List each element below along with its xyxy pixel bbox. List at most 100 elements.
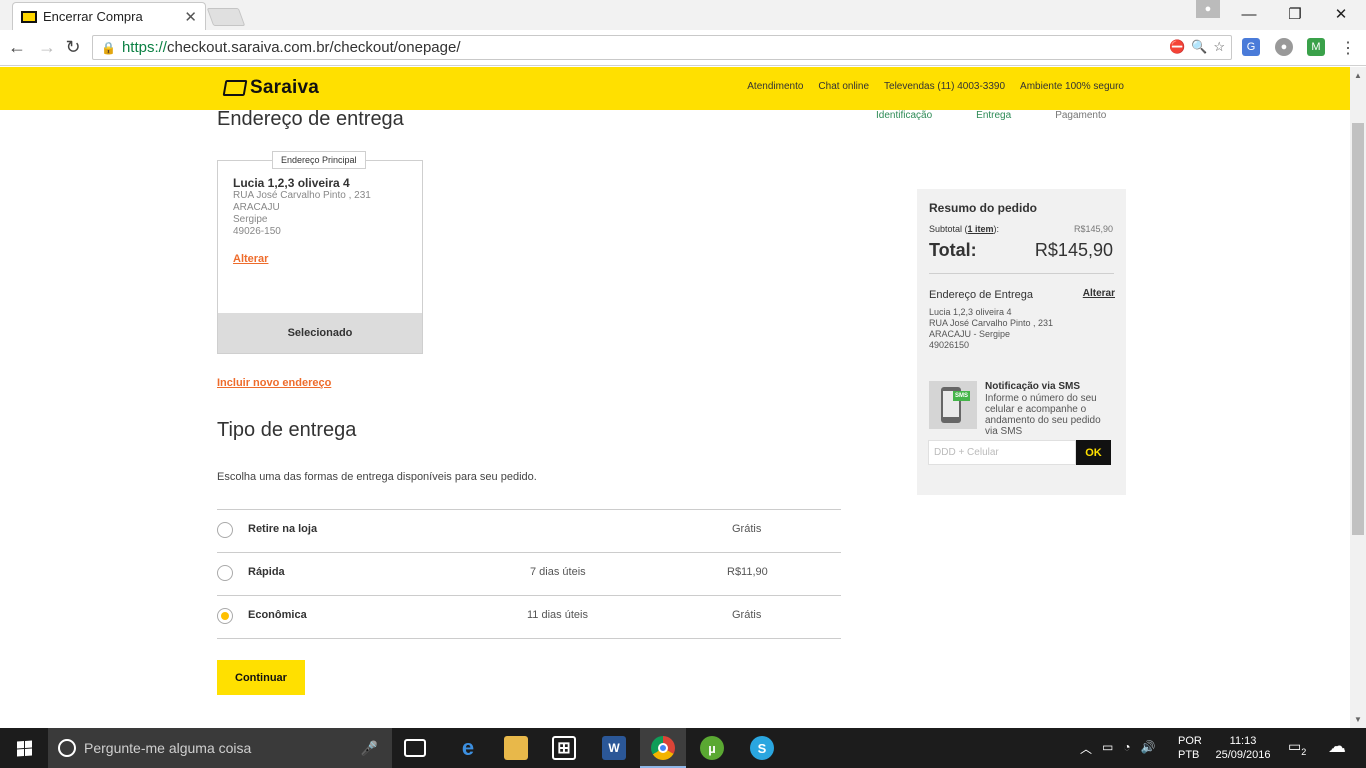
windows-logo-icon (16, 739, 32, 757)
header-link-seguro: Ambiente 100% seguro (1020, 81, 1124, 92)
start-button[interactable] (0, 728, 48, 768)
address-street: RUA José Carvalho Pinto , 231 (233, 190, 371, 201)
language-indicator[interactable]: POR PTB (1178, 734, 1202, 762)
option-days: 7 dias úteis (530, 566, 586, 578)
cortana-search[interactable]: Pergunte-me alguma coisa 🎤 (48, 728, 392, 768)
clock[interactable]: 11:13 25/09/2016 (1210, 734, 1276, 762)
word-icon[interactable]: W (602, 736, 626, 760)
zoom-icon[interactable]: 🔍 (1191, 39, 1207, 55)
tray-chevron-icon[interactable]: ︿ (1080, 740, 1092, 757)
header-link-atendimento[interactable]: Atendimento (747, 81, 803, 92)
tab-close-icon[interactable]: ✕ (184, 8, 197, 26)
option-days: 11 dias úteis (527, 609, 588, 621)
sms-title: Notificação via SMS (985, 381, 1081, 392)
browser-tab[interactable]: Encerrar Compra ✕ (12, 2, 206, 30)
minimize-button[interactable]: — (1226, 2, 1272, 26)
page-scrollbar[interactable]: ▲ ▼ (1350, 67, 1366, 728)
tab-strip: Encerrar Compra ✕ ● — ❐ ✕ (0, 0, 1366, 30)
close-window-button[interactable]: ✕ (1318, 2, 1364, 26)
url-path: checkout.saraiva.com.br/checkout/onepage… (166, 39, 461, 56)
saraiva-logo[interactable]: Saraiva (222, 77, 320, 99)
extension-circle-icon[interactable]: ● (1275, 38, 1293, 56)
subtotal-label: Subtotal (1 item): (929, 224, 999, 234)
wifi-icon[interactable]: ◔ (1123, 740, 1130, 757)
option-name: Retire na loja (248, 523, 318, 535)
forward-arrow-icon[interactable]: → (36, 36, 58, 58)
back-arrow-icon[interactable]: ← (6, 36, 28, 58)
file-explorer-icon[interactable] (504, 736, 528, 760)
address-lines: RUA José Carvalho Pinto , 231 ARACAJU Se… (233, 190, 371, 238)
option-name: Econômica (248, 609, 307, 621)
radio-rapida[interactable] (217, 565, 233, 581)
address-selected-label: Selecionado (218, 313, 422, 353)
sms-phone-icon: SMS (929, 381, 977, 429)
subtotal-value: R$145,90 (1073, 224, 1113, 234)
reload-icon[interactable]: ↻ (62, 36, 84, 58)
scroll-thumb[interactable] (1352, 123, 1364, 535)
microphone-icon[interactable]: 🎤 (361, 740, 378, 757)
weather-cloud-icon[interactable]: ☁ (1328, 736, 1346, 757)
tab-title: Encerrar Compra (43, 9, 143, 24)
step-identificacao: Identificação (876, 110, 933, 121)
delivery-option-economica[interactable]: Econômica 11 dias úteis Grátis (217, 596, 841, 639)
delivery-instructions: Escolha uma das formas de entrega dispon… (217, 471, 537, 483)
order-summary: Resumo do pedido Subtotal (1 item): R$14… (917, 189, 1126, 495)
address-bar[interactable]: 🔒 https://checkout.saraiva.com.br/checko… (92, 35, 1232, 60)
scroll-up-icon[interactable]: ▲ (1354, 71, 1362, 80)
option-price: Grátis (732, 609, 762, 621)
system-tray: ︿ ▭ ◔ 🔊 (1080, 740, 1156, 757)
new-tab-button[interactable] (206, 8, 246, 26)
utorrent-icon[interactable]: µ (700, 736, 724, 760)
blocked-content-icon[interactable]: ⛔ (1169, 39, 1185, 55)
profile-icon[interactable]: ● (1196, 0, 1220, 18)
radio-retire[interactable] (217, 522, 233, 538)
new-address-link[interactable]: Incluir novo endereço (217, 377, 331, 389)
chrome-menu-icon[interactable]: ⋮ (1340, 38, 1356, 58)
step-pagamento: Pagamento (1055, 110, 1107, 121)
delivery-option-rapida[interactable]: Rápida 7 dias úteis R$11,90 (217, 553, 841, 596)
header-link-chat[interactable]: Chat online (818, 81, 869, 92)
chrome-icon[interactable] (651, 736, 675, 760)
extension-m-icon[interactable]: M (1307, 38, 1325, 56)
volume-icon[interactable]: 🔊 (1141, 740, 1156, 757)
delivery-section-title: Tipo de entrega (217, 419, 357, 441)
continue-button[interactable]: Continuar (217, 660, 305, 695)
saraiva-logo-icon (222, 80, 248, 96)
step-entrega: Entrega (976, 110, 1012, 121)
option-name: Rápida (248, 566, 285, 578)
summary-address-change-link[interactable]: Alterar (1083, 288, 1115, 299)
radio-economica[interactable] (217, 608, 233, 624)
scroll-down-icon[interactable]: ▼ (1354, 715, 1362, 724)
bookmark-star-icon[interactable]: ☆ (1213, 39, 1225, 55)
sms-description: Informe o número do seu celular e acompa… (985, 393, 1101, 437)
address-card[interactable]: Endereço Principal Lucia 1,2,3 oliveira … (217, 151, 423, 354)
total-value: R$145,90 (1034, 240, 1113, 260)
skype-icon[interactable]: S (750, 736, 774, 760)
maximize-button[interactable]: ❐ (1272, 2, 1318, 26)
sms-phone-input[interactable] (928, 440, 1076, 465)
header-link-televendas: Televendas (11) 4003-3390 (884, 81, 1006, 92)
page-viewport: Saraiva Atendimento Chat online Televend… (0, 67, 1350, 728)
action-center-icon[interactable]: ▭2 (1288, 738, 1306, 757)
option-price: Grátis (732, 523, 762, 535)
address-section-title: Endereço de entrega (217, 108, 404, 130)
sms-ok-button[interactable]: OK (1076, 440, 1111, 465)
summary-divider (929, 273, 1114, 274)
logo-text: Saraiva (250, 77, 320, 98)
task-view-icon[interactable] (404, 739, 426, 757)
store-icon[interactable]: ⊞ (552, 736, 576, 760)
address-change-link[interactable]: Alterar (233, 253, 268, 265)
summary-address-title: Endereço de Entrega (929, 289, 1033, 301)
edge-icon[interactable]: e (456, 735, 480, 760)
summary-address-name: Lucia 1,2,3 oliveira 4 (929, 307, 1012, 317)
checkout-steps: Identificação Entrega Pagamento (876, 110, 1150, 121)
battery-icon[interactable]: ▭ (1102, 740, 1113, 757)
delivery-option-retire[interactable]: Retire na loja Grátis (217, 510, 841, 553)
translate-extension-icon[interactable]: G (1242, 38, 1260, 56)
address-main-tag: Endereço Principal (272, 151, 366, 169)
cortana-search-placeholder: Pergunte-me alguma coisa (84, 740, 252, 756)
cortana-icon (58, 739, 76, 757)
subtotal-items-link[interactable]: 1 item (968, 224, 994, 234)
lang-line-2: PTB (1178, 749, 1200, 761)
sms-badge: SMS (953, 391, 970, 401)
